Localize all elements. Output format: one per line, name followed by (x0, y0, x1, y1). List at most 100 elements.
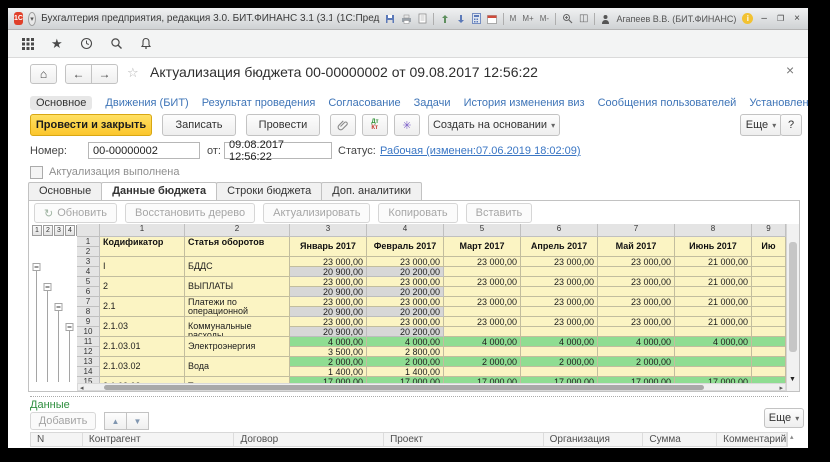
plan-value-cell[interactable]: 23 000,00 (444, 297, 521, 307)
fact-value-cell[interactable] (444, 327, 521, 337)
column-number[interactable]: 4 (367, 224, 444, 237)
row-number[interactable]: 8 (77, 307, 100, 317)
memory-m-minus-button[interactable]: M- (540, 14, 549, 23)
save-icon[interactable] (385, 14, 395, 24)
plan-value-cell[interactable]: 23 000,00 (367, 297, 444, 307)
fact-value-cell[interactable]: 3 500,00 (290, 347, 367, 357)
header-month-cell[interactable]: Май 2017 (598, 237, 675, 257)
plan-value-cell[interactable] (752, 297, 786, 307)
scroll-down-icon[interactable]: ▼ (789, 376, 796, 383)
home-button[interactable]: ⌂ (30, 64, 57, 84)
plan-value-cell[interactable]: 4 000,00 (290, 337, 367, 347)
plan-value-cell[interactable]: 23 000,00 (521, 277, 598, 287)
plan-value-cell[interactable]: 23 000,00 (290, 317, 367, 327)
scroll-right-icon[interactable]: ▸ (779, 384, 783, 391)
zoom-icon[interactable] (562, 13, 573, 24)
fact-value-cell[interactable] (598, 267, 675, 277)
plan-value-cell[interactable]: 2 000,00 (290, 357, 367, 367)
plan-value-cell[interactable] (752, 337, 786, 347)
plan-value-cell[interactable]: 23 000,00 (367, 257, 444, 267)
article-cell[interactable]: Платежи по операционной деятельности (185, 297, 290, 317)
nav-link[interactable]: История изменения виз (464, 97, 585, 109)
save-button[interactable]: Записать (162, 114, 236, 136)
article-cell[interactable]: Коммунальные расходы (185, 317, 290, 337)
data-column-header[interactable]: Организация (544, 433, 644, 446)
info-icon[interactable]: i (742, 13, 753, 24)
plan-value-cell[interactable]: 23 000,00 (521, 317, 598, 327)
fact-value-cell[interactable] (752, 307, 786, 317)
plan-value-cell[interactable]: 4 000,00 (367, 337, 444, 347)
fact-value-cell[interactable]: 20 900,00 (290, 287, 367, 297)
plan-value-cell[interactable]: 23 000,00 (290, 277, 367, 287)
row-number[interactable]: 6 (77, 287, 100, 297)
code-cell[interactable]: 2 (100, 277, 185, 297)
fact-value-cell[interactable]: 20 900,00 (290, 267, 367, 277)
data-column-header[interactable]: Проект (384, 433, 544, 446)
fact-value-cell[interactable]: 20 200,00 (367, 287, 444, 297)
fact-value-cell[interactable] (598, 307, 675, 317)
fact-value-cell[interactable]: 20 200,00 (367, 307, 444, 317)
code-cell[interactable]: 2.1.03.02 (100, 357, 185, 377)
tab-2[interactable]: Данные бюджета (101, 182, 217, 201)
fact-value-cell[interactable] (675, 307, 752, 317)
nav-link[interactable]: Сообщения пользователей (598, 97, 737, 109)
data-column-header[interactable]: Контрагент (83, 433, 235, 446)
article-cell[interactable]: Электроэнергия (185, 337, 290, 357)
article-cell[interactable]: БДДС (185, 257, 290, 277)
fact-value-cell[interactable] (444, 307, 521, 317)
data-column-header[interactable]: N (31, 433, 83, 446)
calendar-icon[interactable] (487, 14, 497, 24)
tab-3[interactable]: Строки бюджета (216, 182, 322, 201)
forward-button[interactable]: → (91, 64, 118, 84)
code-cell[interactable]: 2.1.03 (100, 317, 185, 337)
level-button[interactable]: 2 (43, 225, 53, 236)
menu-grid-icon[interactable] (22, 38, 34, 50)
structure-button[interactable]: ✳ (394, 114, 420, 136)
create-based-on-button[interactable]: Создать на основании▾ (428, 114, 560, 136)
fact-value-cell[interactable] (444, 287, 521, 297)
fact-value-cell[interactable]: 20 900,00 (290, 307, 367, 317)
row-number[interactable]: 2 (77, 247, 100, 257)
post-and-close-button[interactable]: Провести и закрыть (30, 114, 152, 136)
header-code-cell[interactable]: Кодификатор (100, 237, 185, 257)
minimize-button[interactable]: – (759, 13, 769, 24)
fact-value-cell[interactable] (675, 267, 752, 277)
plan-value-cell[interactable]: 4 000,00 (521, 337, 598, 347)
grid-toolbar-button[interactable]: ↻Обновить (34, 203, 117, 223)
level-button[interactable]: 4 (65, 225, 75, 236)
article-cell[interactable]: ВЫПЛАТЫ (185, 277, 290, 297)
plan-value-cell[interactable]: 23 000,00 (444, 277, 521, 287)
print-icon[interactable] (401, 14, 412, 24)
data-column-header[interactable]: Договор (234, 433, 384, 446)
row-number[interactable]: 5 (77, 277, 100, 287)
grid-toolbar-button[interactable]: Актуализировать (263, 203, 370, 223)
fact-value-cell[interactable] (675, 287, 752, 297)
plan-value-cell[interactable]: 23 000,00 (290, 257, 367, 267)
fact-value-cell[interactable] (675, 367, 752, 377)
fact-value-cell[interactable] (675, 347, 752, 357)
fact-value-cell[interactable] (444, 347, 521, 357)
plan-value-cell[interactable]: 2 000,00 (521, 357, 598, 367)
plan-value-cell[interactable]: 23 000,00 (598, 297, 675, 307)
fact-value-cell[interactable] (675, 327, 752, 337)
status-link[interactable]: Рабочая (изменен:07.06.2019 18:02:09) (380, 145, 581, 157)
copy-to-clipboard-icon[interactable] (440, 14, 450, 24)
plan-value-cell[interactable] (752, 317, 786, 327)
tab-4[interactable]: Доп. аналитики (321, 182, 422, 201)
column-number[interactable]: 9 (752, 224, 786, 237)
fact-value-cell[interactable] (752, 267, 786, 277)
fact-value-cell[interactable]: 20 200,00 (367, 327, 444, 337)
grid-toolbar-button[interactable]: Восстановить дерево (125, 203, 255, 223)
data-column-header[interactable]: Сумма (643, 433, 717, 446)
help-button[interactable]: ? (780, 114, 802, 136)
column-number[interactable]: 3 (290, 224, 367, 237)
plan-value-cell[interactable]: 21 000,00 (675, 277, 752, 287)
fact-value-cell[interactable] (598, 287, 675, 297)
search-icon[interactable] (110, 37, 123, 50)
horizontal-scroll-thumb[interactable] (104, 385, 704, 390)
row-number[interactable]: 9 (77, 317, 100, 327)
dt-kt-button[interactable]: ДтКт (362, 114, 388, 136)
plan-value-cell[interactable]: 23 000,00 (598, 257, 675, 267)
plan-value-cell[interactable]: 21 000,00 (675, 257, 752, 267)
fact-value-cell[interactable] (752, 287, 786, 297)
